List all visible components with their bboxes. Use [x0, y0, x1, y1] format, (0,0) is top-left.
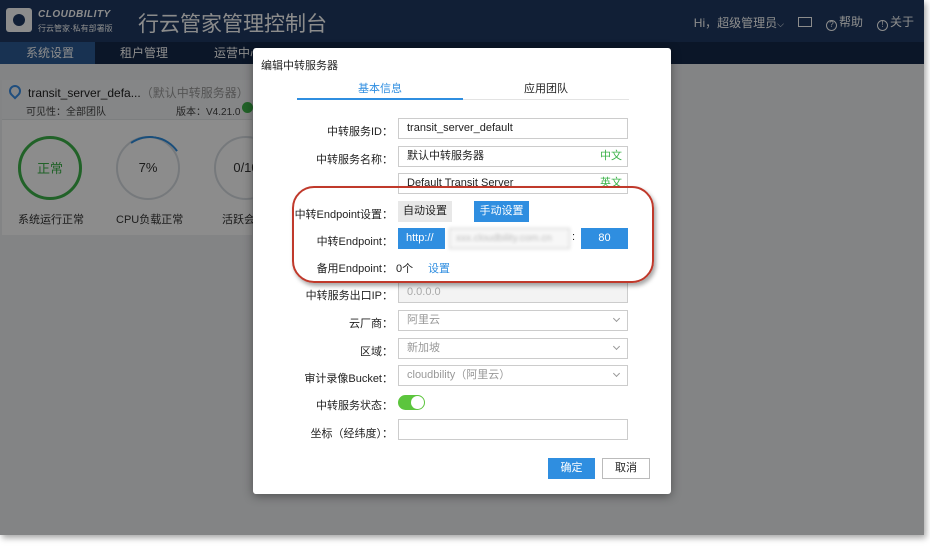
- region-value: 新加坡: [407, 342, 440, 354]
- region-label: 区域：: [360, 346, 393, 358]
- server-id-field[interactable]: transit_server_default: [398, 118, 628, 139]
- endpoint-highlight-annotation: [292, 186, 654, 283]
- chevron-down-icon: [612, 369, 621, 378]
- server-status-label: 中转服务状态：: [316, 400, 393, 412]
- tab-app-teams[interactable]: 应用团队: [463, 80, 629, 100]
- server-name-label: 中转服务名称：: [316, 154, 393, 166]
- coordinates-label: 坐标（经纬度）：: [310, 428, 394, 440]
- dialog-tabs: 基本信息 应用团队: [297, 80, 629, 100]
- server-name-zh-field[interactable]: 默认中转服务器 中文: [398, 146, 628, 167]
- bucket-value: cloudbility（阿里云）: [407, 369, 511, 381]
- coordinates-input[interactable]: [398, 419, 628, 440]
- lang-zh-suffix: 中文: [600, 150, 622, 162]
- dialog-title: 编辑中转服务器: [261, 60, 338, 72]
- cloud-vendor-label: 云厂商：: [349, 318, 393, 330]
- chevron-down-icon: [612, 314, 621, 323]
- cloud-vendor-select[interactable]: 阿里云: [398, 310, 628, 331]
- region-select[interactable]: 新加坡: [398, 338, 628, 359]
- server-name-zh-value: 默认中转服务器: [407, 150, 484, 162]
- egress-ip-field: 0.0.0.0: [398, 282, 628, 303]
- chevron-down-icon: [612, 342, 621, 351]
- cancel-button[interactable]: 取消: [602, 458, 650, 479]
- server-id-value: transit_server_default: [407, 122, 513, 134]
- egress-ip-label: 中转服务出口IP：: [305, 290, 393, 302]
- bucket-label: 审计录像Bucket：: [304, 373, 393, 385]
- server-status-toggle[interactable]: [398, 395, 425, 410]
- cloud-vendor-value: 阿里云: [407, 314, 440, 326]
- egress-ip-value: 0.0.0.0: [407, 286, 441, 298]
- tab-basic-info[interactable]: 基本信息: [297, 80, 463, 100]
- server-id-label: 中转服务ID：: [327, 126, 393, 138]
- bucket-select[interactable]: cloudbility（阿里云）: [398, 365, 628, 386]
- confirm-button[interactable]: 确定: [548, 458, 595, 479]
